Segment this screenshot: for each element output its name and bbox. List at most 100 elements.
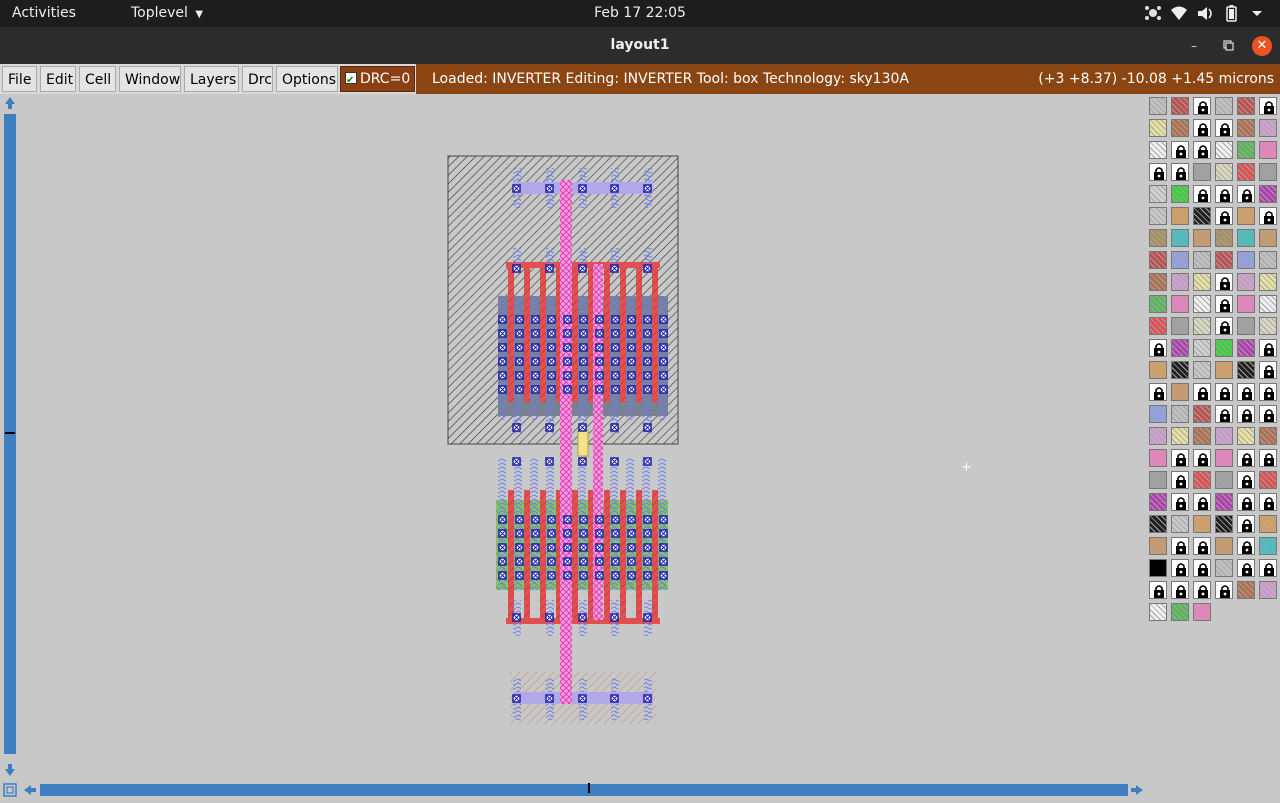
- layer-swatch[interactable]: [1259, 537, 1277, 555]
- layer-swatch[interactable]: [1193, 185, 1211, 203]
- layer-swatch[interactable]: [1149, 515, 1167, 533]
- layer-swatch[interactable]: [1259, 471, 1277, 489]
- layer-swatch[interactable]: [1193, 537, 1211, 555]
- layer-swatch[interactable]: [1149, 295, 1167, 313]
- layer-swatch[interactable]: [1193, 295, 1211, 313]
- layer-swatch[interactable]: [1215, 251, 1233, 269]
- layer-swatch[interactable]: [1237, 339, 1255, 357]
- layer-swatch[interactable]: [1171, 141, 1189, 159]
- layer-swatch[interactable]: [1215, 493, 1233, 511]
- layer-swatch[interactable]: [1215, 119, 1233, 137]
- toplevel-app-menu[interactable]: Toplevel ▼: [131, 0, 203, 27]
- menu-window[interactable]: Window: [119, 66, 181, 92]
- layer-swatch[interactable]: [1215, 383, 1233, 401]
- layer-swatch[interactable]: [1171, 119, 1189, 137]
- layer-swatch[interactable]: [1193, 493, 1211, 511]
- menu-drc[interactable]: Drc: [242, 66, 273, 92]
- vertical-scrollbar[interactable]: [0, 94, 20, 780]
- layer-swatch[interactable]: [1215, 207, 1233, 225]
- network-graph-icon[interactable]: [1140, 0, 1166, 27]
- layer-swatch[interactable]: [1237, 119, 1255, 137]
- layer-swatch[interactable]: [1259, 493, 1277, 511]
- horizontal-scrollbar[interactable]: [0, 780, 1146, 800]
- layer-swatch[interactable]: [1215, 361, 1233, 379]
- layer-swatch[interactable]: [1215, 295, 1233, 313]
- layer-swatch[interactable]: [1193, 361, 1211, 379]
- layer-swatch[interactable]: [1215, 559, 1233, 577]
- layer-swatch[interactable]: [1237, 449, 1255, 467]
- menu-file[interactable]: File: [2, 66, 37, 92]
- layer-swatch[interactable]: [1171, 251, 1189, 269]
- layer-swatch[interactable]: [1149, 119, 1167, 137]
- layer-swatch[interactable]: [1171, 471, 1189, 489]
- layer-swatch[interactable]: [1193, 603, 1211, 621]
- layer-swatch[interactable]: [1237, 427, 1255, 445]
- layer-swatch[interactable]: [1193, 471, 1211, 489]
- layer-swatch[interactable]: [1237, 537, 1255, 555]
- layer-swatch[interactable]: [1259, 559, 1277, 577]
- layer-swatch[interactable]: [1171, 339, 1189, 357]
- maximize-icon[interactable]: [1218, 36, 1238, 56]
- system-tray[interactable]: [1140, 0, 1270, 27]
- layer-swatch[interactable]: [1237, 295, 1255, 313]
- wifi-icon[interactable]: [1166, 0, 1192, 27]
- layer-swatch[interactable]: [1259, 317, 1277, 335]
- layer-swatch[interactable]: [1171, 581, 1189, 599]
- layer-swatch[interactable]: [1215, 97, 1233, 115]
- layer-swatch[interactable]: [1259, 427, 1277, 445]
- layer-swatch[interactable]: [1193, 207, 1211, 225]
- layer-swatch[interactable]: [1149, 427, 1167, 445]
- layer-swatch[interactable]: [1149, 207, 1167, 225]
- scroll-down-icon[interactable]: [2, 762, 18, 778]
- layer-swatch[interactable]: [1193, 559, 1211, 577]
- layer-swatch[interactable]: [1149, 141, 1167, 159]
- layer-swatch[interactable]: [1259, 515, 1277, 533]
- layer-swatch[interactable]: [1215, 471, 1233, 489]
- layer-swatch[interactable]: [1237, 317, 1255, 335]
- layer-swatch[interactable]: [1215, 581, 1233, 599]
- layer-swatch[interactable]: [1171, 295, 1189, 313]
- layer-swatch[interactable]: [1215, 537, 1233, 555]
- layer-swatch[interactable]: [1237, 251, 1255, 269]
- layer-swatch[interactable]: [1259, 97, 1277, 115]
- menu-layers[interactable]: Layers: [184, 66, 239, 92]
- layer-swatch[interactable]: [1259, 273, 1277, 291]
- layer-swatch[interactable]: [1215, 339, 1233, 357]
- zoom-box-icon[interactable]: [2, 782, 18, 798]
- horizontal-scroll-track[interactable]: [40, 784, 1128, 796]
- layer-swatch[interactable]: [1171, 229, 1189, 247]
- layer-swatch[interactable]: [1149, 559, 1167, 577]
- layer-swatch[interactable]: [1149, 229, 1167, 247]
- battery-icon[interactable]: [1218, 0, 1244, 27]
- layer-swatch[interactable]: [1149, 185, 1167, 203]
- layer-swatch[interactable]: [1215, 163, 1233, 181]
- layer-swatch[interactable]: [1149, 97, 1167, 115]
- minimize-icon[interactable]: –: [1184, 36, 1204, 56]
- layer-swatch[interactable]: [1237, 207, 1255, 225]
- layer-swatch[interactable]: [1193, 163, 1211, 181]
- layer-swatch[interactable]: [1171, 317, 1189, 335]
- layer-swatch[interactable]: [1237, 581, 1255, 599]
- layer-swatch[interactable]: [1149, 581, 1167, 599]
- scroll-left-icon[interactable]: [22, 782, 38, 798]
- layer-swatch[interactable]: [1215, 229, 1233, 247]
- clock[interactable]: Feb 17 22:05: [594, 5, 686, 21]
- layer-swatch[interactable]: [1237, 383, 1255, 401]
- layer-swatch[interactable]: [1171, 185, 1189, 203]
- layer-swatch[interactable]: [1237, 515, 1255, 533]
- layer-swatch[interactable]: [1215, 405, 1233, 423]
- layer-swatch[interactable]: [1215, 273, 1233, 291]
- layer-swatch[interactable]: [1149, 383, 1167, 401]
- menu-edit[interactable]: Edit: [40, 66, 76, 92]
- volume-icon[interactable]: [1192, 0, 1218, 27]
- layer-swatch[interactable]: [1171, 97, 1189, 115]
- layer-swatch[interactable]: [1193, 97, 1211, 115]
- layer-swatch[interactable]: [1193, 427, 1211, 445]
- layer-swatch[interactable]: [1259, 251, 1277, 269]
- scroll-right-icon[interactable]: [1129, 782, 1145, 798]
- layer-swatch[interactable]: [1149, 603, 1167, 621]
- layer-swatch[interactable]: [1171, 449, 1189, 467]
- layer-swatch[interactable]: [1259, 383, 1277, 401]
- layer-swatch[interactable]: [1237, 361, 1255, 379]
- layer-swatch[interactable]: [1171, 383, 1189, 401]
